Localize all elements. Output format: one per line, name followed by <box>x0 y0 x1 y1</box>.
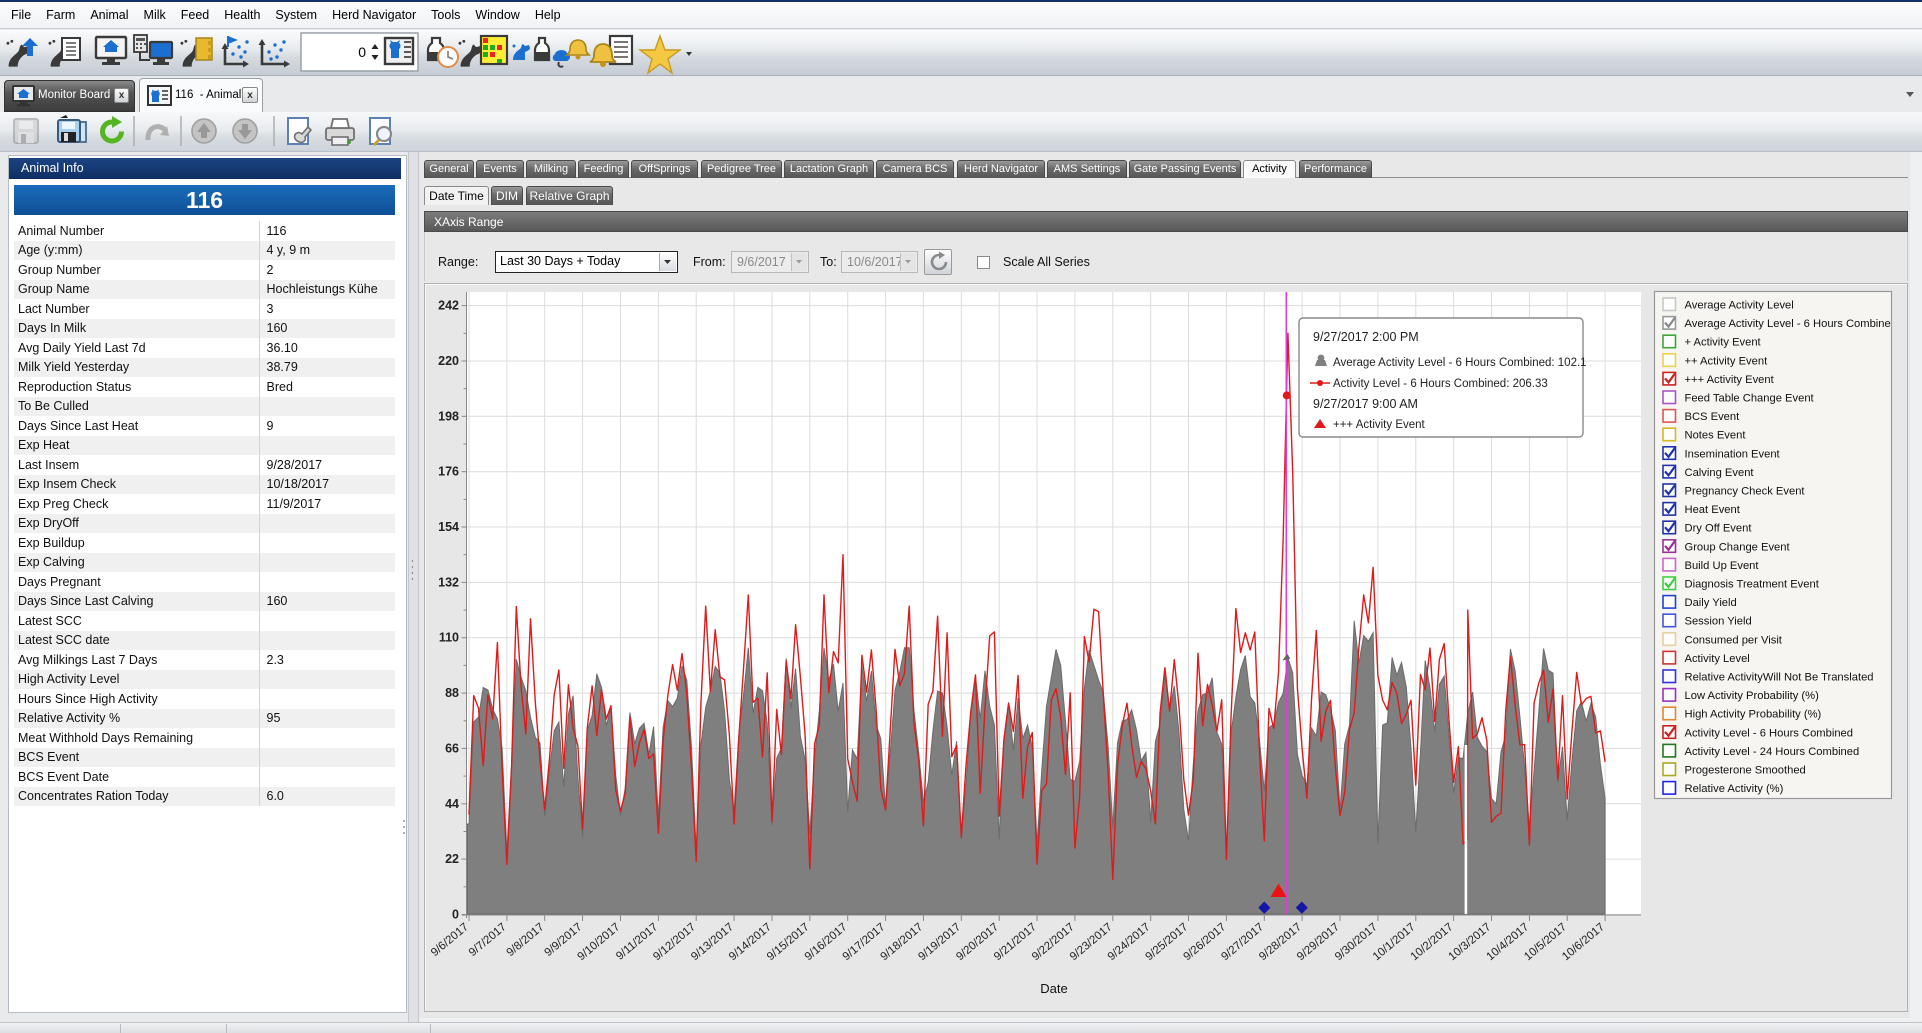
svg-text:Activity Level - 24 Hours Comb: Activity Level - 24 Hours Combined <box>1685 746 1860 758</box>
svg-text:Heat Event: Heat Event <box>1685 504 1741 516</box>
svg-text:22: 22 <box>445 852 459 866</box>
svg-text:Activity Level: Activity Level <box>1685 653 1750 665</box>
svg-text:9/7/2017: 9/7/2017 <box>467 921 509 959</box>
svg-text:10/6/2017: 10/6/2017 <box>1560 921 1607 963</box>
svg-text:9/27/2017 9:00 AM: 9/27/2017 9:00 AM <box>1313 397 1418 411</box>
svg-text:Pregnancy Check Event: Pregnancy Check Event <box>1685 486 1806 498</box>
svg-text:+++ Activity Event: +++ Activity Event <box>1685 374 1775 386</box>
svg-text:Average Activity Level - 6 Hou: Average Activity Level - 6 Hours Combine… <box>1685 318 1897 330</box>
svg-text:220: 220 <box>438 354 459 368</box>
svg-text:+ Activity Event: + Activity Event <box>1685 337 1762 349</box>
svg-text:66: 66 <box>445 741 459 755</box>
svg-text:44: 44 <box>445 797 459 811</box>
svg-text:Activity Level - 6 Hours Combi: Activity Level - 6 Hours Combined: 206.3… <box>1333 378 1548 390</box>
svg-text:Daily Yield: Daily Yield <box>1685 597 1737 609</box>
svg-text:Insemination Event: Insemination Event <box>1685 448 1781 460</box>
svg-text:Date: Date <box>1040 981 1067 996</box>
svg-text:88: 88 <box>445 686 459 700</box>
svg-text:9/10/2017: 9/10/2017 <box>576 921 623 963</box>
svg-text:Relative ActivityWill Not Be T: Relative ActivityWill Not Be Translated <box>1685 672 1874 684</box>
svg-text:9/8/2017: 9/8/2017 <box>505 921 547 959</box>
svg-text:Feed Table Change Event: Feed Table Change Event <box>1685 393 1815 405</box>
svg-text:+++ Activity Event: +++ Activity Event <box>1333 419 1426 431</box>
svg-text:Notes Event: Notes Event <box>1685 430 1747 442</box>
svg-text:Activity Level - 6 Hours Combi: Activity Level - 6 Hours Combined <box>1685 727 1854 739</box>
svg-text:++ Activity Event: ++ Activity Event <box>1685 355 1769 367</box>
svg-text:Average Activity Level - 6 Hou: Average Activity Level - 6 Hours Combine… <box>1333 357 1587 369</box>
svg-text:Calving Event: Calving Event <box>1685 467 1755 479</box>
svg-text:154: 154 <box>438 520 459 534</box>
svg-text:BCS Event: BCS Event <box>1685 411 1741 423</box>
svg-text:Diagnosis Treatment Event: Diagnosis Treatment Event <box>1685 579 1820 591</box>
svg-text:Dry Off Event: Dry Off Event <box>1685 523 1753 535</box>
svg-text:Progesterone Smoothed: Progesterone Smoothed <box>1685 765 1806 777</box>
svg-text:Build Up Event: Build Up Event <box>1685 560 1760 572</box>
svg-text:Average Activity Level: Average Activity Level <box>1685 300 1794 312</box>
svg-text:Relative Activity (%): Relative Activity (%) <box>1685 783 1784 795</box>
svg-text:Low Activity Probability (%): Low Activity Probability (%) <box>1685 690 1820 702</box>
svg-text:198: 198 <box>438 409 459 423</box>
svg-text:Group Change Event: Group Change Event <box>1685 541 1791 553</box>
svg-text:110: 110 <box>439 631 459 645</box>
svg-text:Session Yield: Session Yield <box>1685 616 1752 628</box>
svg-text:High Activity Probability (%): High Activity Probability (%) <box>1685 709 1822 721</box>
svg-text:0: 0 <box>452 908 459 922</box>
svg-text:132: 132 <box>438 575 459 589</box>
svg-text:9/6/2017: 9/6/2017 <box>429 921 471 959</box>
svg-text:Consumed per Visit: Consumed per Visit <box>1685 634 1783 646</box>
svg-text:176: 176 <box>438 465 459 479</box>
svg-text:9/27/2017 2:00 PM: 9/27/2017 2:00 PM <box>1313 330 1419 344</box>
svg-text:242: 242 <box>438 299 459 313</box>
